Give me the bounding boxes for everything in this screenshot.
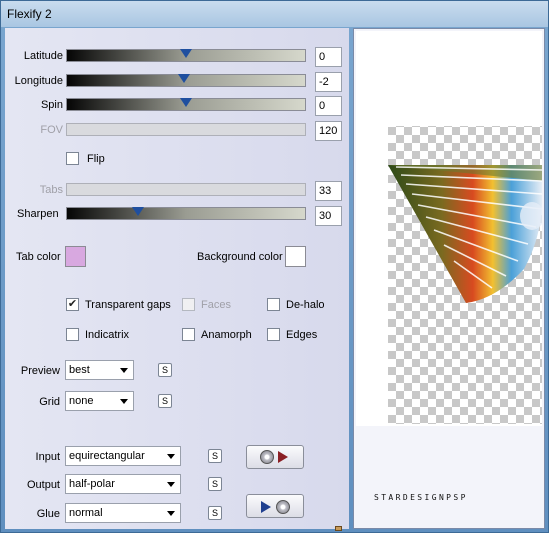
play-icon	[261, 501, 271, 513]
chevron-down-icon	[120, 368, 128, 373]
sharpen-label: Sharpen	[17, 208, 59, 220]
longitude-slider[interactable]	[66, 74, 306, 87]
edges-checkbox[interactable]	[267, 328, 280, 341]
chevron-down-icon	[167, 482, 175, 487]
stardesignpsp-watermark: STARDESIGNPSP	[374, 493, 468, 502]
flexify-dialog: Flexify 2 Latitude 0 Longitude -2 Spin 0…	[0, 0, 549, 533]
resize-grip[interactable]	[335, 526, 342, 531]
sharpen-value[interactable]: 30	[315, 206, 342, 226]
latitude-label: Latitude	[23, 50, 63, 62]
preview-label: Preview	[20, 365, 60, 377]
input-label: Input	[35, 451, 60, 463]
transparent-gaps-label: Transparent gaps	[85, 299, 171, 311]
output-select[interactable]: half-polar	[65, 474, 181, 494]
preview-image	[388, 126, 542, 424]
input-save-button[interactable]: S	[208, 449, 222, 463]
glue-select[interactable]: normal	[65, 503, 181, 523]
chevron-down-icon	[167, 454, 175, 459]
preview-canvas[interactable]	[356, 31, 542, 426]
longitude-value[interactable]: -2	[315, 72, 342, 92]
anamorph-label: Anamorph	[201, 329, 252, 341]
preview-save-button[interactable]: S	[158, 363, 172, 377]
tabs-slider	[66, 183, 306, 196]
tab-color-label: Tab color	[16, 251, 61, 263]
grid-select[interactable]: none	[65, 391, 134, 411]
play-icon	[278, 451, 288, 463]
spin-slider-thumb[interactable]	[180, 98, 192, 107]
flip-label: Flip	[87, 153, 105, 165]
anamorph-checkbox[interactable]	[182, 328, 195, 341]
indicatrix-checkbox[interactable]	[66, 328, 79, 341]
save-output-button[interactable]	[246, 494, 304, 518]
latitude-value[interactable]: 0	[315, 47, 342, 67]
grid-label: Grid	[39, 396, 60, 408]
spin-value[interactable]: 0	[315, 96, 342, 116]
spin-slider[interactable]	[66, 98, 306, 111]
output-select-value: half-polar	[69, 478, 115, 490]
chevron-down-icon	[167, 511, 175, 516]
glue-select-value: normal	[69, 507, 103, 519]
background-color-label: Background color	[197, 251, 283, 263]
fov-slider	[66, 123, 306, 136]
longitude-label: Longitude	[14, 75, 63, 87]
flip-checkbox[interactable]	[66, 152, 79, 165]
grid-select-value: none	[69, 395, 94, 407]
preview-select-value: best	[69, 364, 90, 376]
svg-text:STARDESIGNPSP: STARDESIGNPSP	[374, 493, 468, 502]
sharpen-slider[interactable]	[66, 207, 306, 220]
latitude-slider[interactable]	[66, 49, 306, 62]
grid-save-button[interactable]: S	[158, 394, 172, 408]
glue-label: Glue	[36, 508, 60, 520]
input-select[interactable]: equirectangular	[65, 446, 181, 466]
faces-label: Faces	[201, 299, 231, 311]
latitude-slider-thumb[interactable]	[180, 49, 192, 58]
settings-panel: Latitude 0 Longitude -2 Spin 0 FOV 120 F…	[5, 28, 349, 529]
faces-checkbox	[182, 298, 195, 311]
output-label: Output	[26, 479, 60, 491]
load-input-button[interactable]	[246, 445, 304, 469]
output-save-button[interactable]: S	[208, 477, 222, 491]
chevron-down-icon	[120, 399, 128, 404]
background-color-swatch[interactable]	[285, 246, 306, 267]
disc-icon	[276, 500, 290, 514]
de-halo-label: De-halo	[286, 299, 325, 311]
input-select-value: equirectangular	[69, 450, 145, 462]
longitude-slider-thumb[interactable]	[177, 74, 190, 83]
spin-label: Spin	[40, 99, 63, 111]
preview-pane: STARDESIGNPSP	[353, 28, 545, 529]
tab-color-swatch[interactable]	[65, 246, 86, 267]
disc-icon	[260, 450, 274, 464]
preview-select[interactable]: best	[65, 360, 134, 380]
edges-label: Edges	[286, 329, 318, 341]
sharpen-slider-thumb[interactable]	[132, 207, 145, 216]
indicatrix-label: Indicatrix	[85, 329, 130, 341]
fov-label: FOV	[40, 124, 63, 136]
title-bar[interactable]: Flexify 2	[1, 1, 548, 27]
window-title: Flexify 2	[7, 7, 52, 21]
tabs-label: Tabs	[39, 184, 63, 196]
glue-save-button[interactable]: S	[208, 506, 222, 520]
tabs-value: 33	[315, 181, 342, 201]
fov-value: 120	[315, 121, 342, 141]
transparent-gaps-checkbox[interactable]: ✔	[66, 298, 79, 311]
de-halo-checkbox[interactable]	[267, 298, 280, 311]
